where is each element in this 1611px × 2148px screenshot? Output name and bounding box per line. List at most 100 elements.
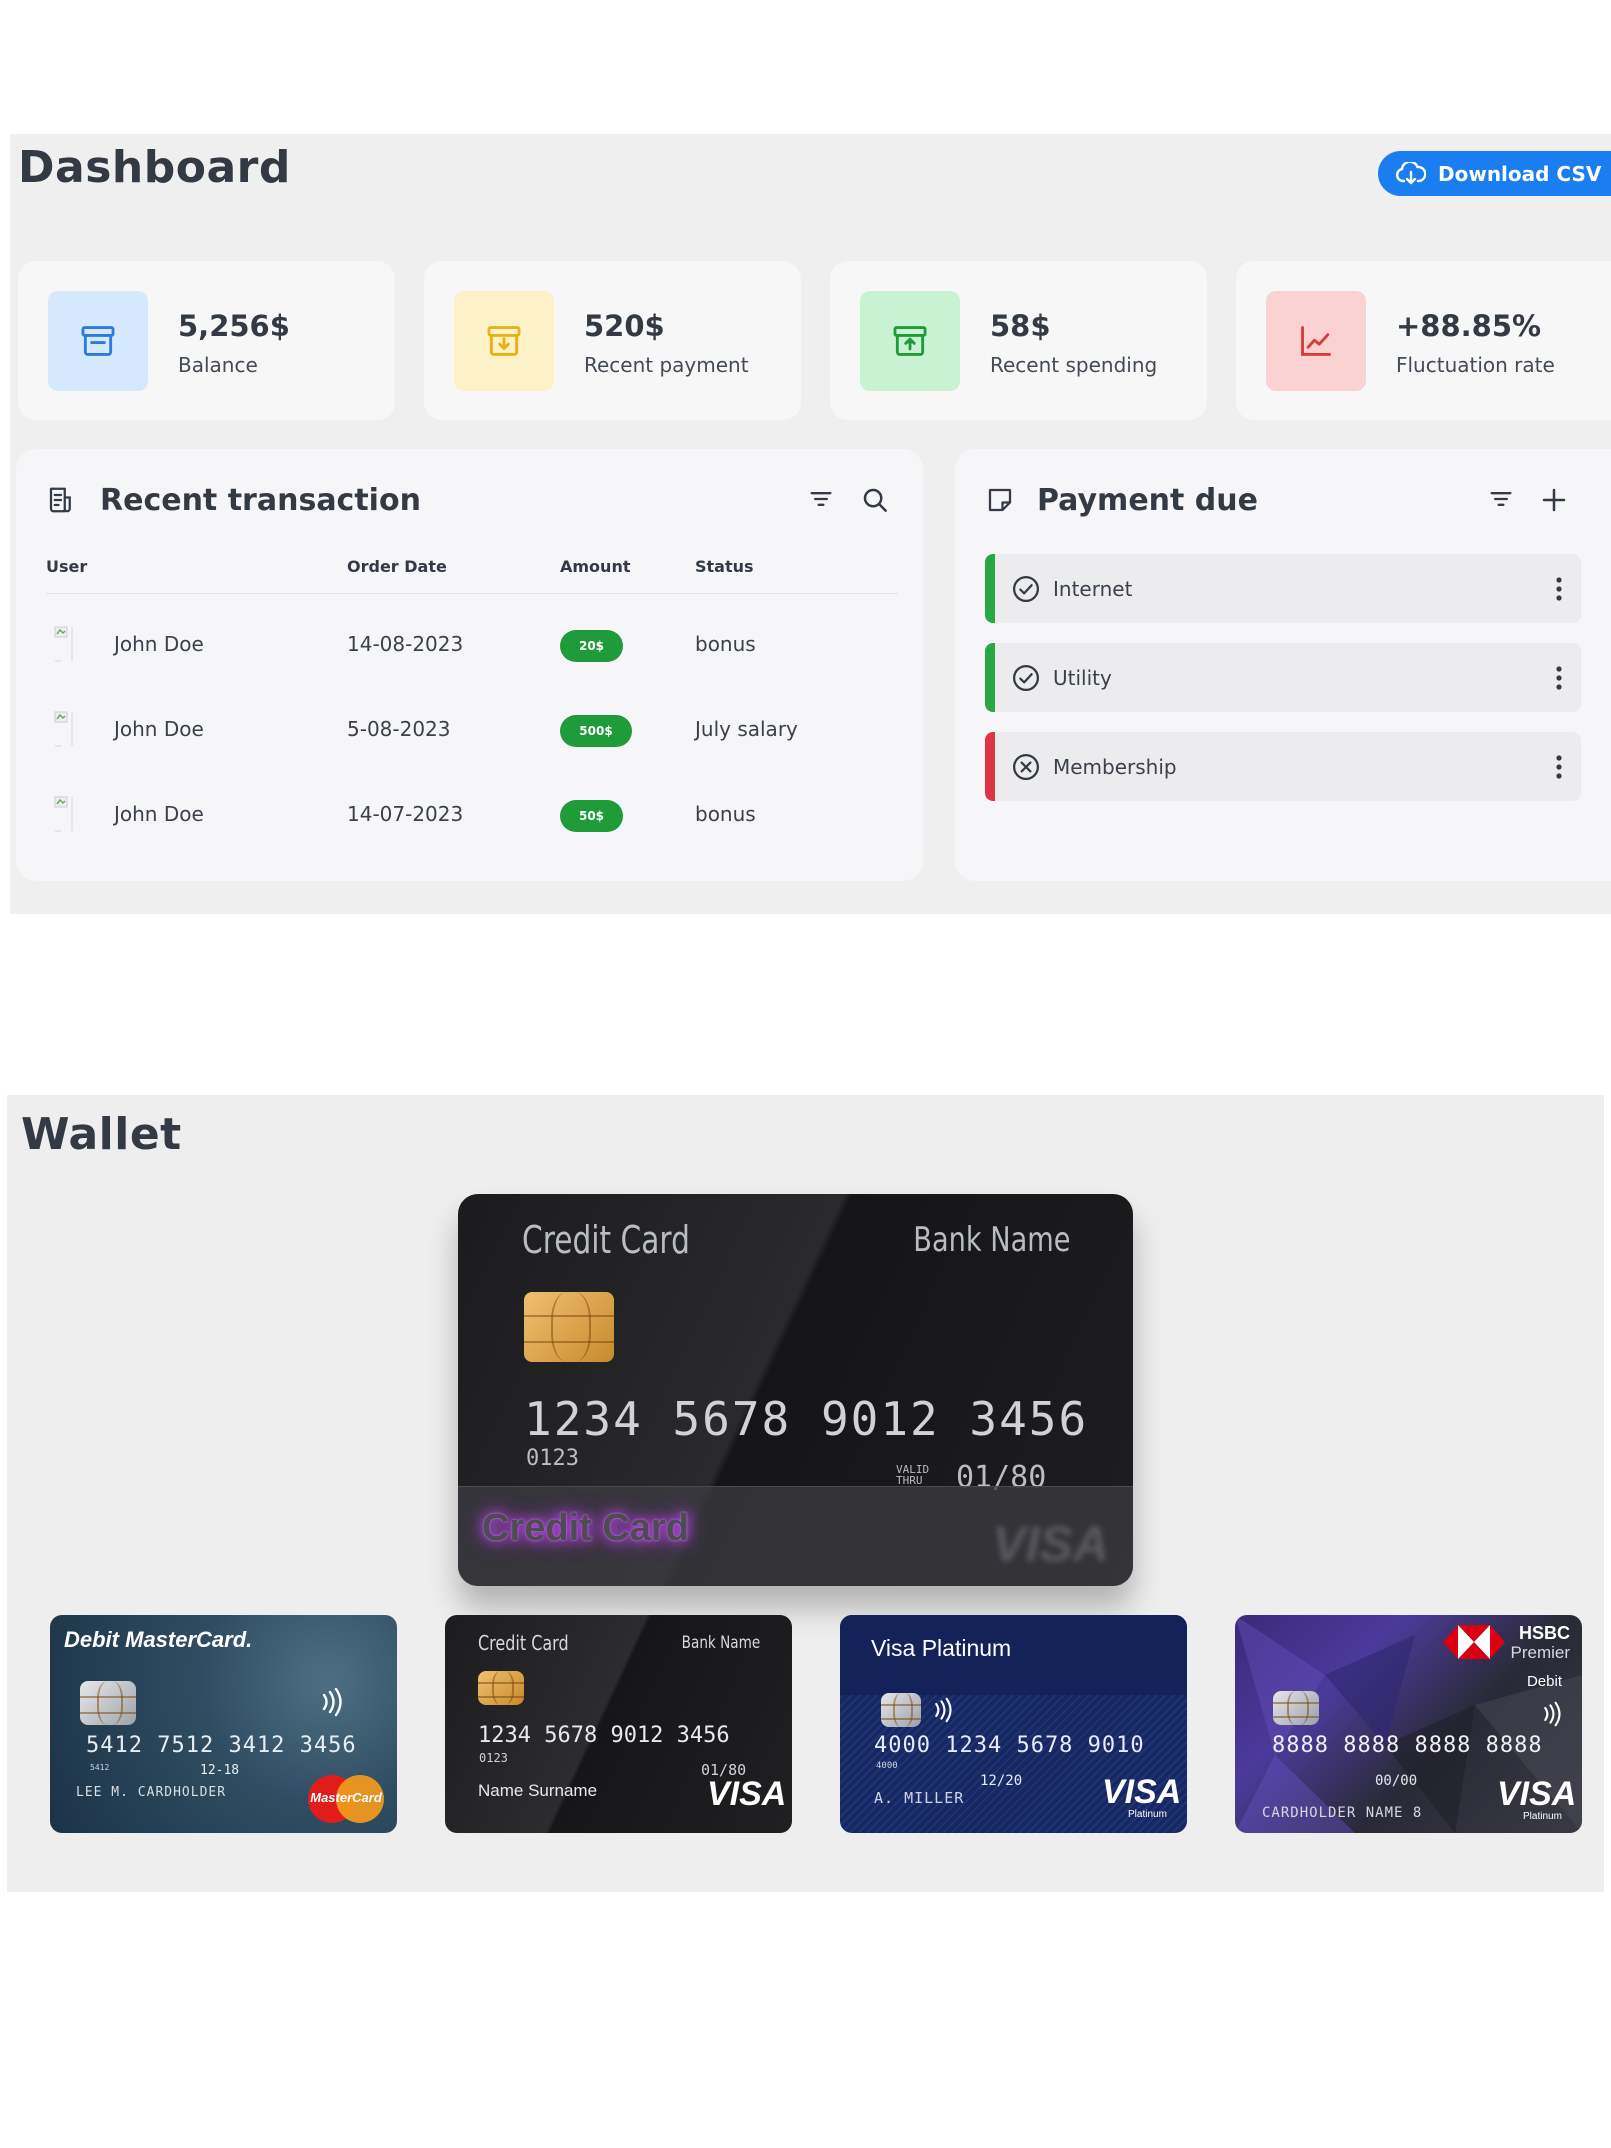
card-sub-number: 4000 bbox=[876, 1761, 898, 1771]
chip-icon bbox=[80, 1681, 136, 1725]
sticky-note-icon bbox=[988, 488, 1012, 512]
payment-due-label: Utility bbox=[1053, 665, 1112, 690]
card-number: 5412 7512 3412 3456 bbox=[86, 1733, 357, 1758]
avatar bbox=[54, 626, 73, 662]
table-row[interactable]: John Doe 14-07-2023 50$ bonus bbox=[16, 788, 923, 848]
stat-icon-box bbox=[860, 291, 960, 391]
card-sub-number: 0123 bbox=[479, 1751, 508, 1765]
card-number: 1234 5678 9012 3456 bbox=[524, 1392, 1089, 1446]
stat-card-recent-payment: 520$ Recent payment bbox=[424, 261, 801, 420]
network-label: MasterCard bbox=[310, 1790, 382, 1805]
archive-upload-icon bbox=[893, 326, 927, 356]
add-icon[interactable] bbox=[1539, 485, 1569, 515]
search-icon[interactable] bbox=[860, 485, 890, 515]
wallet-card-debit-mastercard[interactable]: Debit MasterCard. 5412 7512 3412 3456 54… bbox=[50, 1615, 397, 1833]
order-date: 5-08-2023 bbox=[347, 717, 451, 741]
contactless-icon bbox=[1544, 1701, 1561, 1727]
stat-value: 5,256$ bbox=[178, 309, 290, 343]
stat-icon-box bbox=[1266, 291, 1366, 391]
visa-logo: VISA bbox=[992, 1516, 1109, 1572]
mastercard-logo: MasterCard bbox=[308, 1775, 384, 1823]
visa-logo: VISA bbox=[1102, 1773, 1182, 1811]
more-vertical-icon[interactable] bbox=[1555, 754, 1563, 780]
payment-due-item[interactable]: Internet bbox=[985, 554, 1581, 623]
download-csv-button[interactable]: Download CSV bbox=[1378, 151, 1611, 196]
table-row[interactable]: John Doe 14-08-2023 20$ bonus bbox=[16, 618, 923, 678]
featured-credit-card[interactable]: Credit Card Bank Name 1234 5678 9012 345… bbox=[458, 1194, 1133, 1586]
card-tier-label: Debit bbox=[1526, 1673, 1562, 1690]
more-vertical-icon[interactable] bbox=[1555, 665, 1563, 691]
card-expiry: 12/20 bbox=[980, 1773, 1023, 1789]
column-header-amount[interactable]: Amount bbox=[560, 557, 630, 576]
payment-due-label: Internet bbox=[1053, 576, 1133, 601]
recent-transaction-panel: Recent transaction User Order Date Amoun… bbox=[16, 449, 923, 881]
wallet-section: Wallet Credit Card Bank Name 1234 5678 9… bbox=[7, 1095, 1604, 1892]
bank-name-label: Bank Name bbox=[913, 1220, 1071, 1260]
header-divider bbox=[46, 593, 898, 594]
archive-download-icon bbox=[487, 326, 521, 356]
stat-card-fluctuation-rate: +88.85% Fluctuation rate bbox=[1236, 261, 1611, 420]
card-title: Debit MasterCard. bbox=[64, 1627, 253, 1652]
card-expiry: 12-18 bbox=[200, 1763, 240, 1778]
contactless-icon bbox=[935, 1697, 952, 1723]
chip-icon bbox=[478, 1671, 524, 1705]
cardholder-name-text: CARDHOLDER NAME bbox=[1262, 1805, 1404, 1821]
column-header-user[interactable]: User bbox=[46, 557, 87, 576]
column-header-status[interactable]: Status bbox=[695, 557, 754, 576]
more-vertical-icon[interactable] bbox=[1555, 576, 1563, 602]
stat-value: 520$ bbox=[584, 309, 665, 343]
archive-icon bbox=[81, 326, 115, 356]
payment-due-item[interactable]: Utility bbox=[985, 643, 1581, 712]
network-sub-label: Platinum bbox=[1523, 1811, 1562, 1822]
payment-due-item[interactable]: Membership bbox=[985, 732, 1581, 801]
page-title: Dashboard bbox=[18, 142, 291, 193]
status-text: bonus bbox=[695, 802, 756, 826]
filter-icon[interactable] bbox=[1487, 485, 1515, 513]
user-name: John Doe bbox=[114, 632, 204, 656]
avatar bbox=[54, 711, 73, 747]
stat-label: Recent payment bbox=[584, 353, 749, 377]
wallet-card-credit-card[interactable]: Credit Card Bank Name 1234 5678 9012 345… bbox=[445, 1615, 792, 1833]
cardholder-name: A. MILLER bbox=[874, 1789, 965, 1807]
table-row[interactable]: John Doe 5-08-2023 500$ July salary bbox=[16, 703, 923, 763]
filter-icon[interactable] bbox=[807, 485, 835, 513]
contactless-icon bbox=[322, 1687, 342, 1717]
card-title: Visa Platinum bbox=[871, 1635, 1012, 1661]
cardholder-name: LEE M. CARDHOLDER bbox=[76, 1785, 227, 1800]
stat-card-balance: 5,256$ Balance bbox=[18, 261, 395, 420]
cardholder-name: CARDHOLDER NAME 8 bbox=[1262, 1805, 1422, 1821]
card-sub-number: 5412 bbox=[90, 1763, 110, 1772]
check-circle-icon bbox=[1013, 664, 1039, 691]
panel-title: Payment due bbox=[1037, 483, 1258, 518]
chip-icon bbox=[1273, 1691, 1319, 1725]
chip-icon bbox=[881, 1693, 921, 1727]
stat-value: 58$ bbox=[990, 309, 1051, 343]
payment-due-panel: Payment due Internet Utility Membership bbox=[955, 449, 1611, 881]
visa-logo: VISA bbox=[707, 1775, 787, 1813]
stat-value: +88.85% bbox=[1396, 309, 1542, 343]
card-overlay-label: Credit Card bbox=[482, 1507, 689, 1549]
cardholder-suffix: 8 bbox=[1412, 1805, 1423, 1821]
cardholder-name: Name Surname bbox=[478, 1781, 598, 1800]
order-date: 14-07-2023 bbox=[347, 802, 464, 826]
amount-badge: 20$ bbox=[560, 630, 623, 662]
check-circle-icon bbox=[1013, 575, 1039, 602]
card-number: 4000 1234 5678 9010 bbox=[874, 1733, 1145, 1758]
cloud-download-icon bbox=[1396, 161, 1426, 184]
order-date: 14-08-2023 bbox=[347, 632, 464, 656]
wallet-card-hsbc-premier[interactable]: HSBC Premier Debit 8888 8888 8888 8888 0… bbox=[1235, 1615, 1582, 1833]
column-header-order-date[interactable]: Order Date bbox=[347, 557, 447, 576]
amount-badge: 50$ bbox=[560, 800, 623, 832]
status-text: bonus bbox=[695, 632, 756, 656]
wallet-card-visa-platinum[interactable]: Visa Platinum 4000 1234 5678 9010 4000 1… bbox=[840, 1615, 1187, 1833]
card-number: 1234 5678 9012 3456 bbox=[478, 1723, 730, 1748]
dashboard-section: Dashboard Download CSV 5,256$ Balance 52… bbox=[10, 134, 1611, 914]
x-circle-icon bbox=[1013, 753, 1039, 780]
stat-label: Recent spending bbox=[990, 353, 1158, 377]
stat-icon-box bbox=[454, 291, 554, 391]
receipt-icon bbox=[49, 487, 71, 513]
card-number: 8888 8888 8888 8888 bbox=[1272, 1733, 1543, 1758]
card-sub-number: 0123 bbox=[526, 1446, 579, 1471]
network-sub-label: Platinum bbox=[1128, 1809, 1167, 1820]
hsbc-logo bbox=[1443, 1625, 1505, 1659]
